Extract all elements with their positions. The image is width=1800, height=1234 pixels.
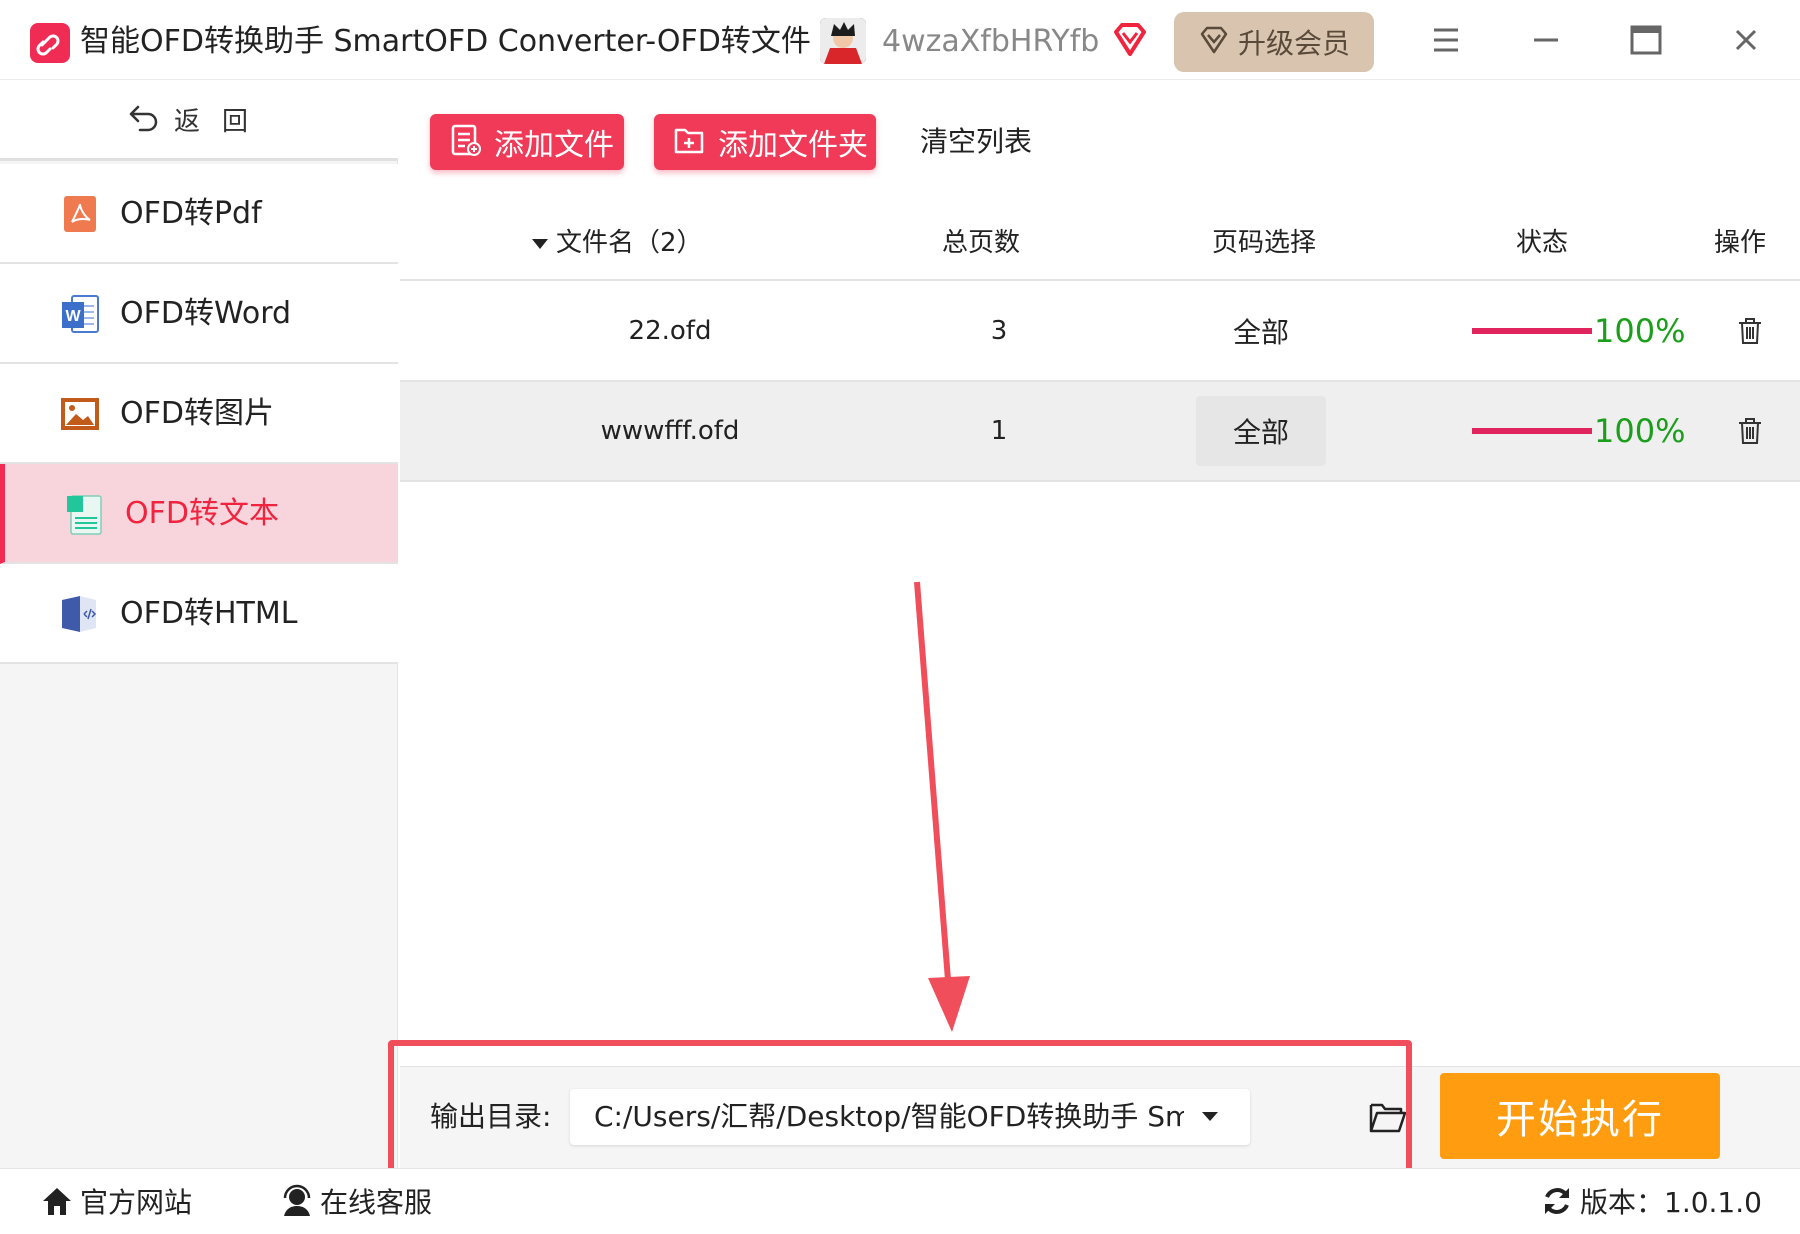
progress-bar — [1472, 428, 1592, 434]
add-file-label: 添加文件 — [494, 128, 614, 163]
column-header-pages: 总页数 — [942, 228, 1021, 258]
upgrade-vip-button[interactable]: 升级会员 — [1174, 12, 1374, 72]
menu-icon[interactable] — [1424, 18, 1468, 62]
sidebar-item-label: OFD转图片 — [120, 396, 274, 431]
text-icon — [63, 492, 107, 536]
table-header: 文件名（2） 总页数 页码选择 状态 操作 — [400, 205, 1800, 281]
headset-icon — [280, 1184, 314, 1222]
page-count: 3 — [990, 316, 1008, 346]
add-file-button[interactable]: 添加文件 — [430, 114, 624, 170]
user-avatar[interactable] — [820, 18, 866, 64]
file-name: 22.ofd — [628, 316, 712, 346]
annotation-highlight-box — [388, 1040, 1412, 1178]
column-header-status: 状态 — [1516, 228, 1569, 258]
start-label: 开始执行 — [1496, 1097, 1664, 1143]
sidebar: 返回 OFD转Pdf W OFD转Word OFD转图片 OFD转文本 OFD转… — [0, 81, 398, 1168]
add-folder-label: 添加文件夹 — [718, 128, 868, 163]
sidebar-item-label: OFD转Pdf — [120, 196, 262, 231]
word-icon: W — [58, 292, 102, 336]
user-name: 4wzaXfbHRYfb — [882, 24, 1100, 59]
table-row[interactable]: 22.ofd 3 全部 100% — [400, 282, 1800, 382]
minimize-icon[interactable] — [1524, 18, 1568, 62]
add-file-icon — [448, 123, 482, 161]
sidebar-item-ofd-to-pdf[interactable]: OFD转Pdf — [0, 164, 398, 264]
close-icon[interactable] — [1724, 18, 1768, 62]
add-folder-icon — [672, 123, 706, 161]
column-header-filename[interactable]: 文件名（2） — [530, 223, 703, 263]
column-header-action: 操作 — [1714, 228, 1767, 258]
page-count: 1 — [990, 416, 1008, 446]
sidebar-item-label: OFD转文本 — [125, 496, 279, 531]
html-icon — [58, 592, 102, 636]
start-button[interactable]: 开始执行 — [1440, 1073, 1720, 1159]
page-range-select[interactable]: 全部 — [1196, 296, 1326, 366]
official-website-label: 官方网站 — [80, 1186, 193, 1219]
column-header-range: 页码选择 — [1212, 228, 1317, 258]
sidebar-item-ofd-to-word[interactable]: W OFD转Word — [0, 264, 398, 364]
status-cell: 100% — [1472, 282, 1712, 380]
column-header-filename-label: 文件名（2） — [556, 228, 703, 258]
progress-bar — [1472, 328, 1592, 334]
status-cell: 100% — [1472, 382, 1712, 480]
svg-text:W: W — [65, 308, 81, 325]
add-folder-button[interactable]: 添加文件夹 — [654, 114, 876, 170]
sort-caret-icon — [530, 223, 550, 263]
vip-diamond-icon — [1110, 20, 1150, 60]
progress-fill — [1472, 328, 1592, 334]
official-website-link[interactable]: 官方网站 — [40, 1183, 192, 1223]
refresh-icon — [1540, 1184, 1574, 1222]
back-arrow-icon — [128, 103, 160, 137]
delete-icon[interactable] — [1728, 282, 1772, 380]
status-percent: 100% — [1594, 412, 1686, 450]
status-bar: 官方网站 在线客服 版本：1.0.1.0 — [0, 1168, 1800, 1234]
app-logo-icon — [30, 23, 70, 63]
maximize-icon[interactable] — [1624, 18, 1668, 62]
table-row[interactable]: wwwfff.ofd 1 全部 100% — [400, 382, 1800, 482]
back-button[interactable]: 返回 — [0, 81, 398, 161]
file-name: wwwfff.ofd — [600, 416, 740, 446]
upgrade-label: 升级会员 — [1237, 27, 1350, 60]
back-label: 返回 — [173, 107, 270, 137]
version-info: 版本：1.0.1.0 — [1540, 1183, 1762, 1223]
sidebar-item-ofd-to-html[interactable]: OFD转HTML — [0, 564, 398, 664]
sidebar-item-label: OFD转Word — [120, 296, 292, 331]
status-percent: 100% — [1594, 312, 1686, 350]
delete-icon[interactable] — [1728, 382, 1772, 480]
title-bar: 智能OFD转换助手 SmartOFD Converter-OFD转文件 4wza… — [0, 0, 1800, 80]
sidebar-item-ofd-to-image[interactable]: OFD转图片 — [0, 364, 398, 464]
progress-fill — [1472, 428, 1592, 434]
diamond-icon — [1198, 24, 1230, 60]
app-title: 智能OFD转换助手 SmartOFD Converter-OFD转文件 — [80, 24, 811, 59]
pdf-icon — [58, 192, 102, 236]
online-support-label: 在线客服 — [320, 1186, 433, 1219]
sidebar-item-label: OFD转HTML — [120, 596, 298, 631]
sidebar-item-ofd-to-text[interactable]: OFD转文本 — [0, 464, 398, 564]
page-range-select[interactable]: 全部 — [1196, 396, 1326, 466]
version-label: 版本：1.0.1.0 — [1580, 1186, 1762, 1219]
online-support-link[interactable]: 在线客服 — [280, 1183, 432, 1223]
image-icon — [58, 392, 102, 436]
clear-list-button[interactable]: 清空列表 — [920, 122, 1032, 162]
home-icon — [40, 1184, 74, 1222]
